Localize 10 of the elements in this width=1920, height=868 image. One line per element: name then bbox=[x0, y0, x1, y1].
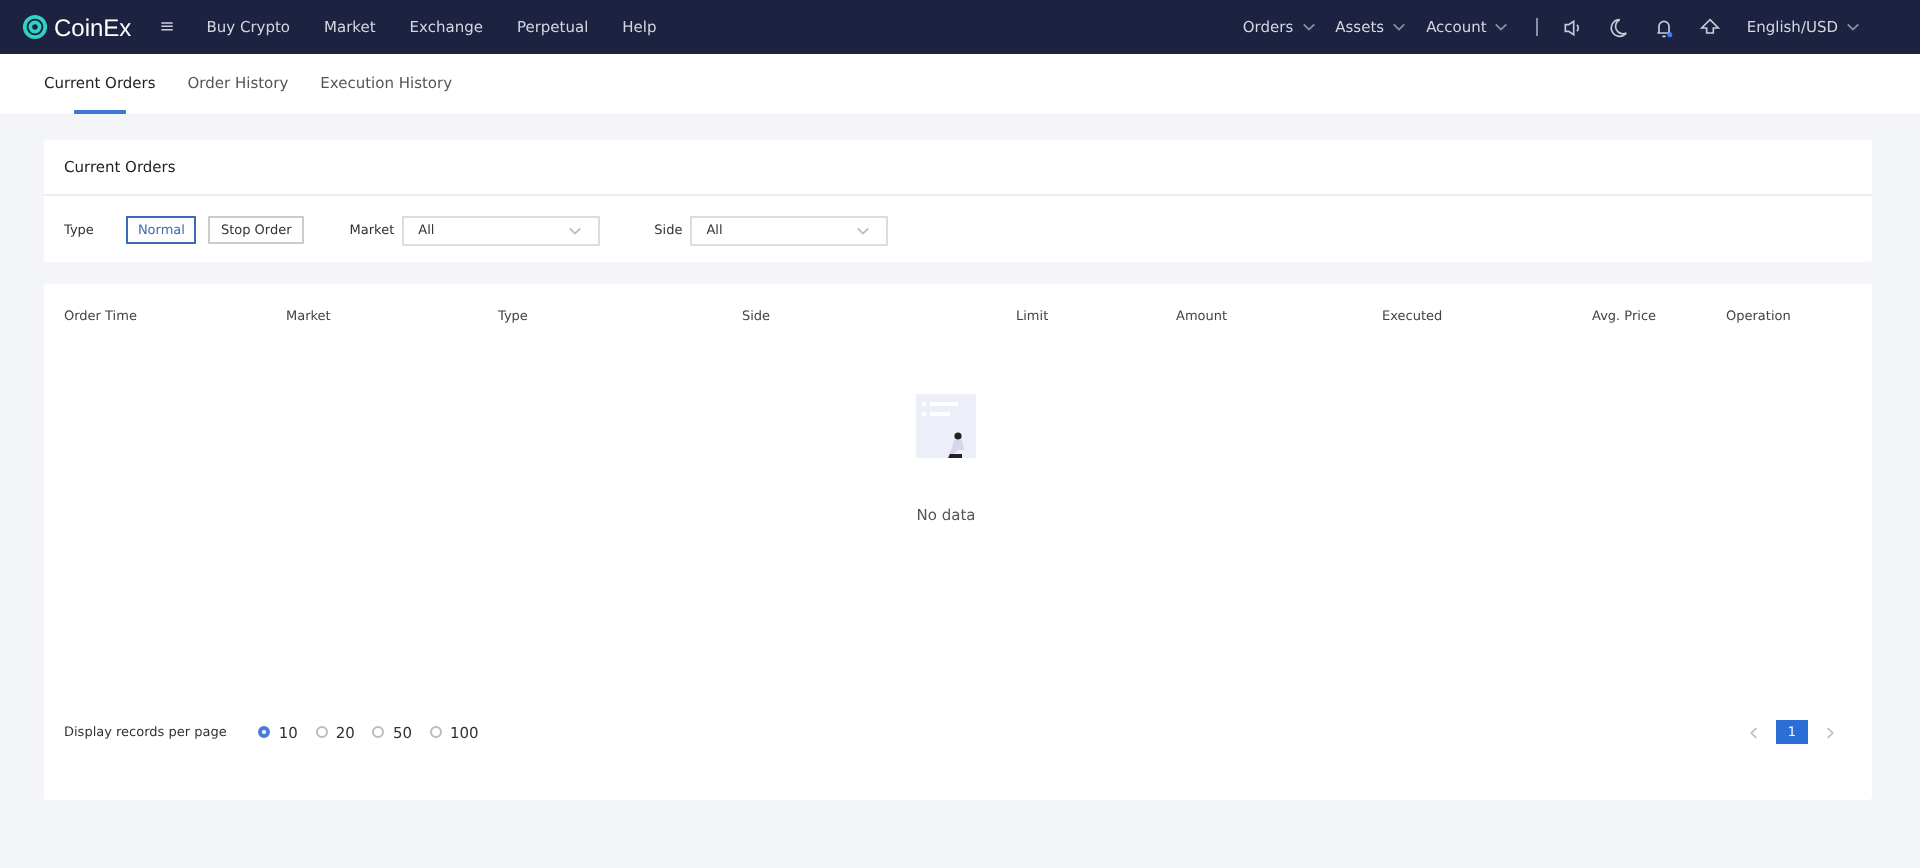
download-icon[interactable] bbox=[1700, 17, 1721, 37]
caret-icon bbox=[568, 225, 583, 235]
caret-icon bbox=[856, 225, 871, 235]
caret-icon bbox=[1846, 22, 1860, 32]
bell-icon[interactable] bbox=[1654, 17, 1675, 37]
logo-text[interactable]: CoinEx bbox=[54, 13, 132, 41]
logo-icon bbox=[22, 14, 48, 40]
menu-icon[interactable]: ≡ bbox=[159, 17, 175, 37]
moon-icon[interactable] bbox=[1608, 17, 1629, 37]
speaker-icon[interactable] bbox=[1562, 17, 1583, 37]
